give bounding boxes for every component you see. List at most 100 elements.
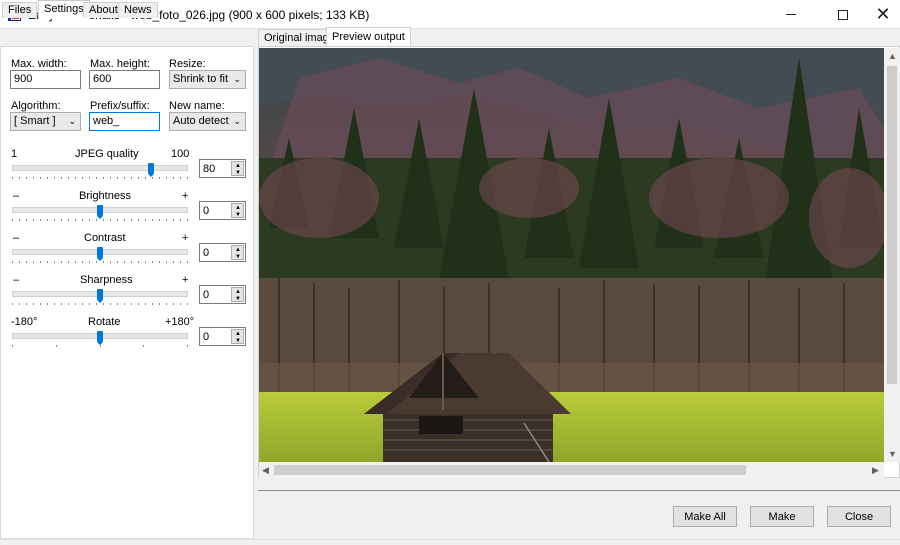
slider-tick <box>33 261 34 263</box>
slider-tick <box>173 261 174 263</box>
brightness-slider[interactable] <box>12 205 188 221</box>
spin-buttons[interactable]: ▲ ▼ <box>231 329 244 344</box>
rotate-slider[interactable] <box>12 331 188 347</box>
slider-tick <box>96 303 97 305</box>
spin-buttons[interactable]: ▲ ▼ <box>231 161 244 176</box>
vertical-scroll-thumb[interactable] <box>887 66 897 384</box>
sharpness-label: Sharpness <box>80 274 133 286</box>
scroll-right-icon[interactable]: ▶ <box>872 465 879 476</box>
slider-tick <box>145 261 146 263</box>
spin-up-icon[interactable]: ▲ <box>235 163 241 169</box>
slider-tick <box>145 219 146 221</box>
spin-buttons[interactable]: ▲ ▼ <box>231 245 244 260</box>
make-button[interactable]: Make <box>750 506 814 527</box>
jpeg-quality-max-label: 100 <box>171 148 190 160</box>
maximize-icon <box>838 9 848 20</box>
slider-thumb[interactable] <box>97 289 103 303</box>
slider-tick <box>61 261 62 263</box>
max-width-input[interactable]: 900 <box>10 70 81 89</box>
brightness-spinbox[interactable]: 0 ▲ ▼ <box>199 201 246 220</box>
tab-settings[interactable]: Settings <box>38 0 90 19</box>
minimize-button[interactable] <box>768 0 814 29</box>
slider-tick <box>166 177 167 179</box>
slider-tick <box>12 261 13 263</box>
resize-value: Shrink to fit <box>173 73 229 85</box>
sharpness-spinbox[interactable]: 0 ▲ ▼ <box>199 285 246 304</box>
resize-select[interactable]: Shrink to fit ⌄ <box>169 70 246 89</box>
slider-tick <box>103 303 104 305</box>
slider-tick <box>100 345 101 347</box>
slider-tick <box>187 261 188 263</box>
slider-tick <box>54 261 55 263</box>
tab-news[interactable]: News <box>118 2 158 18</box>
slider-tick <box>117 219 118 221</box>
spin-down-icon[interactable]: ▼ <box>235 338 241 344</box>
close-button[interactable]: Close <box>827 506 891 527</box>
tab-preview-output[interactable]: Preview output <box>326 27 411 47</box>
sharpness-max-label: + <box>182 274 189 286</box>
slider-tick <box>131 177 132 179</box>
slider-thumb[interactable] <box>97 331 103 345</box>
horizontal-scrollbar[interactable]: ◀ ▶ <box>259 462 884 478</box>
slider-tick <box>103 219 104 221</box>
tab-files[interactable]: Files <box>2 2 38 18</box>
spin-up-icon[interactable]: ▲ <box>235 205 241 211</box>
slider-tick <box>110 219 111 221</box>
contrast-slider[interactable] <box>12 247 188 263</box>
sharpness-slider[interactable] <box>12 289 188 305</box>
vertical-scrollbar[interactable]: ▲ ▼ <box>884 48 900 462</box>
jpeg-quality-spinbox[interactable]: 80 ▲ ▼ <box>199 159 246 178</box>
algorithm-select[interactable]: [ Smart ] ⌄ <box>10 112 81 131</box>
spin-buttons[interactable]: ▲ ▼ <box>231 287 244 302</box>
slider-tick <box>166 219 167 221</box>
spin-up-icon[interactable]: ▲ <box>235 331 241 337</box>
scroll-left-icon[interactable]: ◀ <box>262 465 269 476</box>
scroll-down-icon[interactable]: ▼ <box>888 449 897 459</box>
new-name-select[interactable]: Auto detect ⌄ <box>169 112 246 131</box>
slider-tick <box>82 303 83 305</box>
jpeg-quality-label: JPEG quality <box>75 148 139 160</box>
prefix-suffix-input[interactable]: web_ <box>89 112 160 131</box>
slider-tick <box>152 219 153 221</box>
slider-tick <box>82 177 83 179</box>
jpeg-quality-value: 80 <box>203 163 216 175</box>
slider-tick <box>117 261 118 263</box>
brightness-label: Brightness <box>79 190 131 202</box>
max-height-input[interactable]: 600 <box>89 70 160 89</box>
scroll-up-icon[interactable]: ▲ <box>888 51 897 61</box>
slider-tick <box>40 303 41 305</box>
spin-buttons[interactable]: ▲ ▼ <box>231 203 244 218</box>
slider-tick <box>26 219 27 221</box>
slider-thumb[interactable] <box>97 247 103 261</box>
spin-down-icon[interactable]: ▼ <box>235 212 241 218</box>
jpeg-quality-slider[interactable] <box>12 163 188 179</box>
slider-tick <box>61 177 62 179</box>
jpeg-quality-min-label: 1 <box>11 148 18 160</box>
horizontal-scroll-thumb[interactable] <box>274 465 746 475</box>
slider-thumb[interactable] <box>148 163 154 177</box>
slider-tick <box>124 177 125 179</box>
slider-ticks <box>12 303 188 306</box>
slider-tick <box>26 303 27 305</box>
spin-down-icon[interactable]: ▼ <box>235 296 241 302</box>
slider-tick <box>47 303 48 305</box>
chevron-down-icon: ⌄ <box>233 116 241 126</box>
slider-ticks <box>12 345 188 348</box>
spin-up-icon[interactable]: ▲ <box>235 289 241 295</box>
close-window-button[interactable]: ✕ <box>860 0 900 29</box>
slider-tick <box>138 261 139 263</box>
slider-tick <box>143 345 144 347</box>
slider-tick <box>117 303 118 305</box>
slider-thumb[interactable] <box>97 205 103 219</box>
spin-down-icon[interactable]: ▼ <box>235 170 241 176</box>
slider-tick <box>75 219 76 221</box>
slider-tick <box>33 303 34 305</box>
rotate-spinbox[interactable]: 0 ▲ ▼ <box>199 327 246 346</box>
contrast-spinbox[interactable]: 0 ▲ ▼ <box>199 243 246 262</box>
slider-ticks <box>12 261 188 264</box>
spin-down-icon[interactable]: ▼ <box>235 254 241 260</box>
spin-up-icon[interactable]: ▲ <box>235 247 241 253</box>
slider-tick <box>82 261 83 263</box>
slider-tick <box>159 303 160 305</box>
make-all-button[interactable]: Make All <box>673 506 737 527</box>
